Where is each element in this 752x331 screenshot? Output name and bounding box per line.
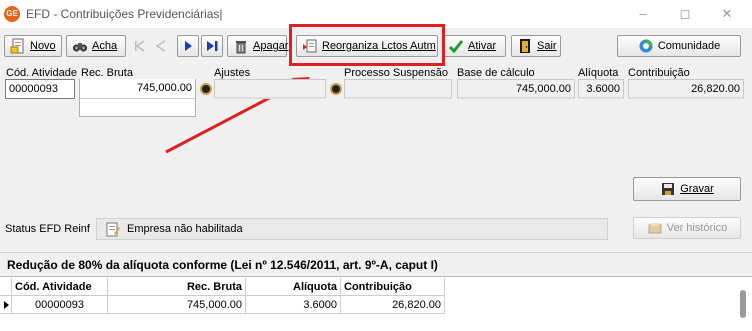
grid-corner [0,278,12,296]
row-indicator[interactable] [0,296,12,314]
rec-bruta-field[interactable]: 745,000.00 [80,79,195,99]
base-calculo-field: 745,000.00 [457,79,575,99]
ver-historico-label: Ver histórico [666,222,728,234]
table-cell[interactable]: 745,000.00 [108,296,246,314]
grid-header-contribuicao[interactable]: Contribuição [341,278,445,296]
status-efd-value: Empresa não habilitada [127,223,243,235]
table-cell[interactable]: 26,820.00 [341,296,445,314]
aliquota-field: 3.6000 [578,79,624,99]
gravar-label: Gravar [680,183,714,195]
processo-suspensao-field[interactable] [344,79,452,99]
contribuicao-label: Contribuição [628,67,690,79]
ajustes-label: Ajustes [214,67,251,79]
grid-scrollbar[interactable] [740,290,746,318]
section-title: Redução de 80% da alíquota conforme (Lei… [7,258,438,272]
ver-historico-button[interactable]: Ver histórico [633,217,741,239]
row-pointer-icon [4,301,9,309]
history-icon [647,220,663,236]
section-divider [0,252,752,253]
processo-suspensao-label: Processo Suspensão [344,67,448,79]
cod-atividade-label: Cód. Atividade [6,67,77,79]
gravar-button[interactable]: Gravar [633,177,741,201]
status-efd-field: Empresa não habilitada [96,218,608,240]
grid-header-cod-atividade[interactable]: Cód. Atividade [12,278,108,296]
ajustes-field[interactable] [214,79,326,99]
cod-atividade-field[interactable]: 00000093 [5,79,75,99]
ajustes-lookup-icon[interactable] [330,83,342,95]
table-cell[interactable]: 00000093 [12,296,108,314]
grid-header-rec-bruta[interactable]: Rec. Bruta [108,278,246,296]
grid-header-aliquota[interactable]: Alíquota [246,278,341,296]
document-edit-icon [105,221,121,237]
status-efd-label: Status EFD Reinf [5,223,90,235]
base-calculo-label: Base de cálculo [457,67,535,79]
contribuicao-field: 26,820.00 [628,79,744,99]
rec-bruta-lookup-icon[interactable] [200,83,212,95]
rec-bruta-label: Rec. Bruta [81,67,133,79]
table-cell[interactable]: 3.6000 [246,296,341,314]
aliquota-label: Alíquota [578,67,619,79]
save-icon [660,181,676,197]
